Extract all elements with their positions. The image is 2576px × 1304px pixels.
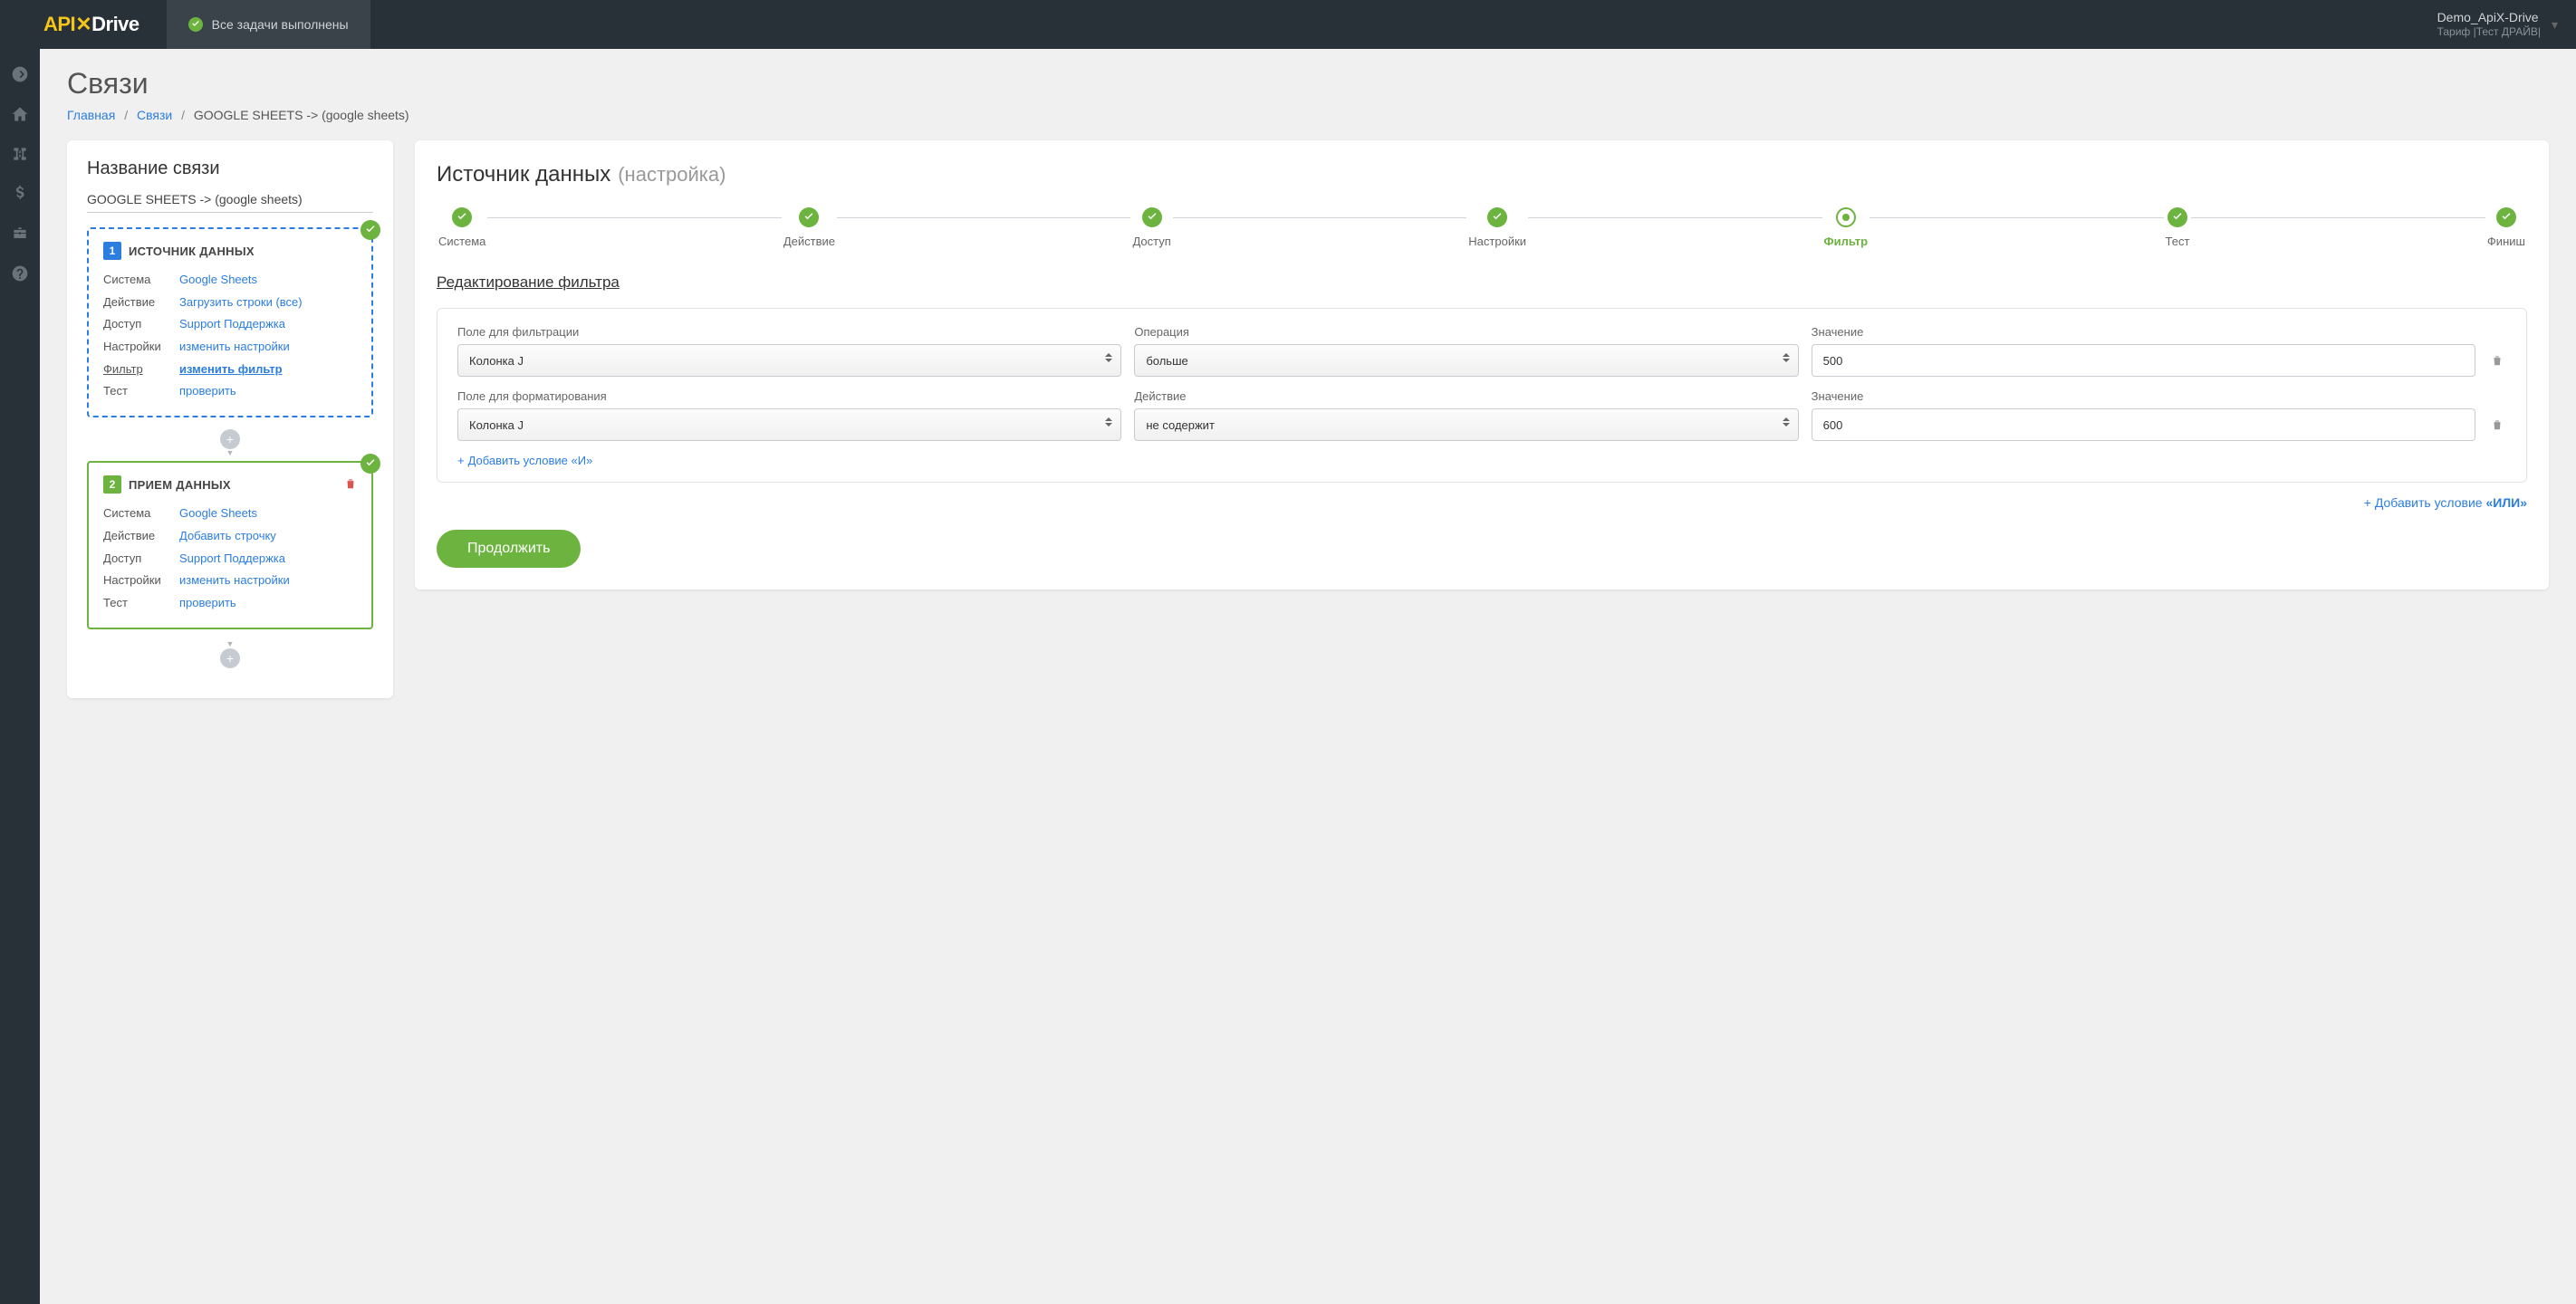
sidenav-toggle[interactable]	[0, 56, 40, 92]
continue-button[interactable]: Продолжить	[437, 530, 581, 568]
check-icon	[360, 454, 380, 474]
operation-label: Операция	[1134, 325, 1798, 339]
chevron-down-icon: ▾	[2552, 17, 2558, 33]
breadcrumb-links[interactable]: Связи	[137, 108, 172, 122]
source-block: 1 ИСТОЧНИК ДАННЫХ СистемаGoogle Sheets Д…	[87, 227, 373, 417]
connector: + ▼	[87, 425, 373, 461]
breadcrumb-home[interactable]: Главная	[67, 108, 115, 122]
chevron-down-icon: ▼	[226, 639, 235, 648]
filter-section-title: Редактирование фильтра	[437, 273, 2527, 292]
step-action[interactable]: Действие	[782, 207, 837, 248]
add-or-condition-button[interactable]: + Добавить условие «ИЛИ»	[437, 495, 2527, 510]
dest-settings-link[interactable]: изменить настройки	[179, 570, 290, 592]
field-filter-label: Поле для фильтрации	[457, 325, 1121, 339]
field-select-1[interactable]: Колонка J	[457, 408, 1121, 441]
dest-action-link[interactable]: Добавить строчку	[179, 525, 276, 548]
trash-icon[interactable]	[2488, 408, 2506, 441]
operation-select-1[interactable]: не содержит	[1134, 408, 1798, 441]
account-menu[interactable]: Demo_ApiX-Drive Тариф |Тест ДРАЙВ| ▾	[2419, 9, 2576, 40]
value-input-1[interactable]	[1812, 408, 2475, 441]
step-test[interactable]: Тест	[2164, 207, 2192, 248]
sidenav-billing[interactable]	[0, 176, 40, 212]
account-plan: Тариф |Тест ДРАЙВ|	[2437, 25, 2541, 40]
sidenav-help[interactable]	[0, 255, 40, 292]
status-text: Все задачи выполнены	[212, 17, 349, 32]
check-icon	[360, 220, 380, 240]
status-bar: Все задачи выполнены	[167, 0, 370, 49]
value-input-0[interactable]	[1812, 344, 2475, 377]
step-system[interactable]: Система	[437, 207, 487, 248]
step-access[interactable]: Доступ	[1130, 207, 1172, 248]
logo[interactable]: API✕Drive	[0, 0, 167, 49]
connection-name-input[interactable]	[87, 188, 373, 213]
left-section-title: Название связи	[87, 158, 373, 179]
dest-access-link[interactable]: Support Поддержка	[179, 548, 285, 570]
value-label: Значение	[1812, 389, 2475, 403]
value-label: Значение	[1812, 325, 2475, 339]
field-format-label: Поле для форматирования	[457, 389, 1121, 403]
stepper: Система Действие Доступ Настройки Фильтр…	[437, 207, 2527, 248]
main-subtitle: (настройка)	[618, 163, 726, 187]
source-action-link[interactable]: Загрузить строки (все)	[179, 292, 303, 314]
plus-icon: +	[457, 454, 465, 467]
dest-test-link[interactable]: проверить	[179, 592, 236, 615]
breadcrumb-current: GOOGLE SHEETS -> (google sheets)	[194, 108, 409, 122]
topbar: API✕Drive Все задачи выполнены Demo_ApiX…	[0, 0, 2576, 49]
source-settings-link[interactable]: изменить настройки	[179, 336, 290, 359]
step-finish[interactable]: Финиш	[2485, 207, 2527, 248]
block-number: 1	[103, 242, 121, 260]
add-step-button[interactable]: +	[220, 648, 240, 668]
step-filter[interactable]: Фильтр	[1822, 207, 1870, 248]
add-step-button[interactable]: +	[220, 429, 240, 449]
sidenav-home[interactable]	[0, 96, 40, 132]
sidenav-briefcase[interactable]	[0, 216, 40, 252]
connector-end: ▼ +	[87, 637, 373, 673]
main-title: Источник данных	[437, 162, 610, 187]
sidenav-connections[interactable]	[0, 136, 40, 172]
source-system-link[interactable]: Google Sheets	[179, 269, 257, 292]
filter-box: Поле для фильтрации Колонка J Операция б…	[437, 308, 2527, 483]
account-name: Demo_ApiX-Drive	[2437, 9, 2541, 25]
source-test-link[interactable]: проверить	[179, 380, 236, 403]
add-and-condition-button[interactable]: +Добавить условие «И»	[457, 454, 2506, 467]
breadcrumb: Главная / Связи / GOOGLE SHEETS -> (goog…	[67, 108, 2549, 122]
operation-select-0[interactable]: больше	[1134, 344, 1798, 377]
chevron-down-icon: ▼	[226, 448, 235, 457]
source-filter-link[interactable]: изменить фильтр	[179, 359, 283, 381]
block-title: ИСТОЧНИК ДАННЫХ	[129, 244, 255, 258]
sidenav	[0, 49, 40, 1304]
page-title: Связи	[67, 67, 2549, 101]
source-access-link[interactable]: Support Поддержка	[179, 313, 285, 336]
field-select-0[interactable]: Колонка J	[457, 344, 1121, 377]
block-number: 2	[103, 475, 121, 494]
trash-icon[interactable]	[2488, 344, 2506, 377]
check-icon	[188, 17, 203, 32]
step-settings[interactable]: Настройки	[1466, 207, 1528, 248]
trash-icon[interactable]	[344, 477, 357, 493]
dest-system-link[interactable]: Google Sheets	[179, 503, 257, 525]
action-label: Действие	[1134, 389, 1798, 403]
block-title: ПРИЕМ ДАННЫХ	[129, 478, 231, 492]
destination-block: 2 ПРИЕМ ДАННЫХ СистемаGoogle Sheets Дейс…	[87, 461, 373, 628]
